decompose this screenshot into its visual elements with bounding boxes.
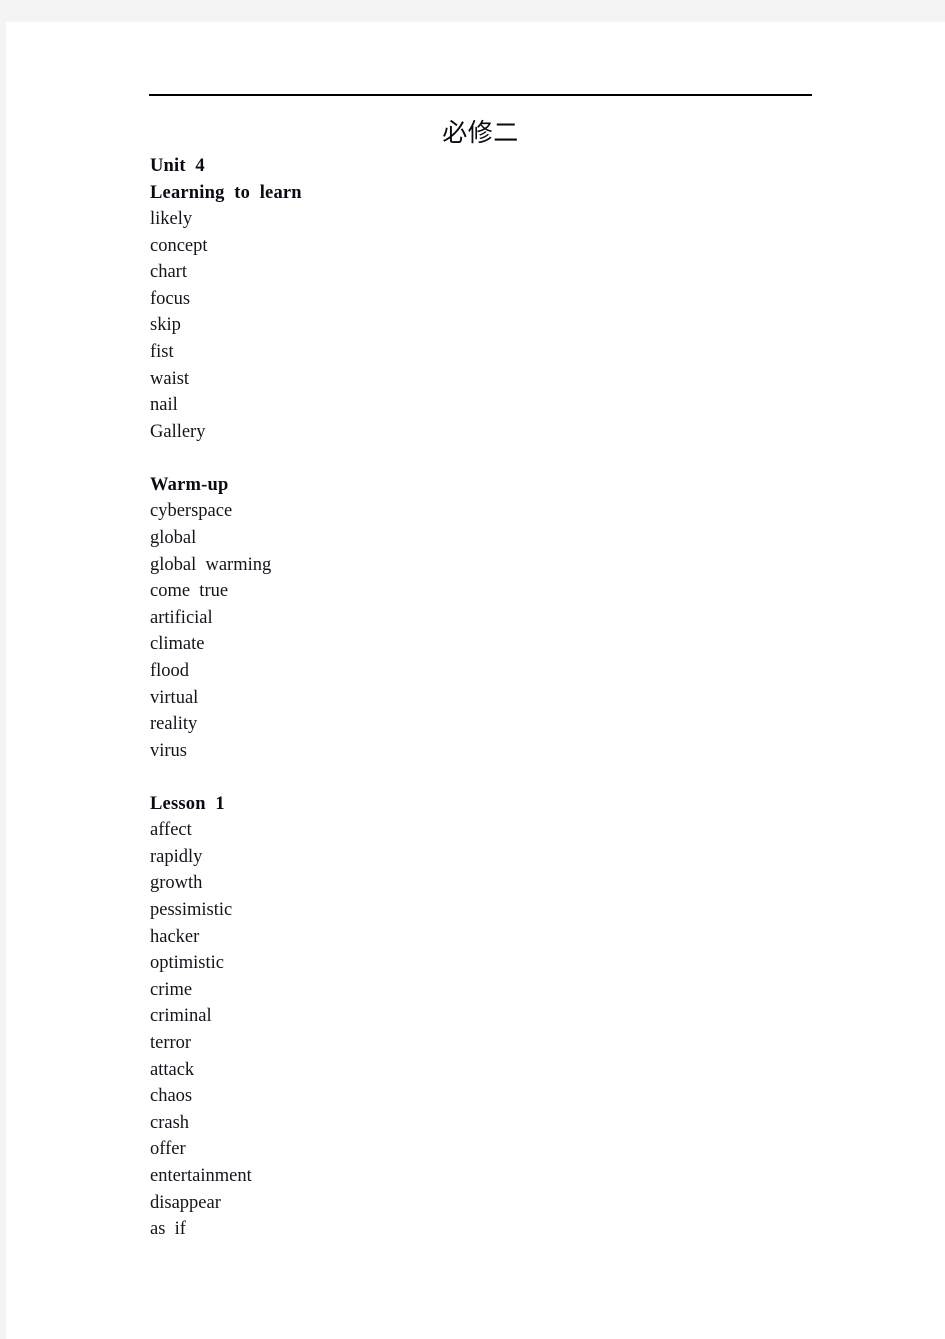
page-title: 必修二 [442, 118, 519, 147]
vocabulary-section: Lesson 1 affect rapidly growth pessimistic ha… [150, 791, 750, 1243]
section-heading: Unit 4 [150, 156, 205, 176]
word-item: skip [150, 315, 181, 336]
vocabulary-column: Unit 4 Learning to learn likely concept char… [150, 153, 750, 1243]
word-item: optimistic [150, 953, 224, 974]
word-item: crash [150, 1112, 190, 1133]
word-item: climate [150, 634, 205, 655]
word-item: hacker [150, 926, 200, 947]
word-item: chaos [150, 1086, 193, 1107]
word-item: artificial [150, 607, 213, 628]
word-item: as if [150, 1219, 186, 1240]
word-item: cyberspace [150, 501, 233, 522]
word-item: attack [150, 1059, 195, 1080]
word-item: virus [150, 740, 187, 761]
word-item: affect [150, 820, 192, 841]
word-item: reality [150, 714, 198, 735]
word-item: focus [150, 288, 191, 309]
header-rule [149, 94, 812, 96]
word-list: affect rapidly growth pessimistic hacker opti… [150, 817, 750, 1243]
word-item: fist [150, 341, 174, 362]
word-list: cyberspace global global warming come true a… [150, 498, 750, 764]
word-item: crime [150, 979, 193, 1000]
vocabulary-section: Unit 4 Learning to learn likely concept char… [150, 153, 750, 445]
word-item: rapidly [150, 846, 203, 867]
viewer-top-band [0, 0, 945, 22]
word-item: criminal [150, 1006, 212, 1027]
word-item: offer [150, 1139, 186, 1160]
word-item: terror [150, 1033, 192, 1054]
word-item: come true [150, 581, 229, 602]
section-subheading: Learning to learn [150, 182, 302, 203]
word-item: global [150, 527, 197, 548]
word-item: chart [150, 262, 187, 283]
word-list: likely concept chart focus skip fist waist nail… [150, 206, 750, 445]
section-heading: Lesson 1 [150, 793, 225, 814]
word-item: virtual [150, 687, 199, 708]
word-item: Gallery [150, 421, 206, 442]
word-item: waist [150, 368, 190, 389]
word-item: entertainment [150, 1166, 252, 1186]
document-page: 必修二 Unit 4 Learning to learn likely concept… [6, 22, 945, 1339]
word-item: likely [150, 209, 193, 229]
section-heading: Warm-up [150, 474, 229, 495]
word-item: disappear [150, 1192, 221, 1213]
word-item: nail [150, 395, 178, 416]
word-item: flood [150, 660, 190, 681]
vocabulary-section: Warm-up cyberspace global global warming com… [150, 472, 750, 764]
word-item: growth [150, 873, 203, 894]
word-item: concept [150, 235, 208, 256]
word-item: pessimistic [150, 900, 233, 921]
word-item: global warming [150, 554, 272, 575]
